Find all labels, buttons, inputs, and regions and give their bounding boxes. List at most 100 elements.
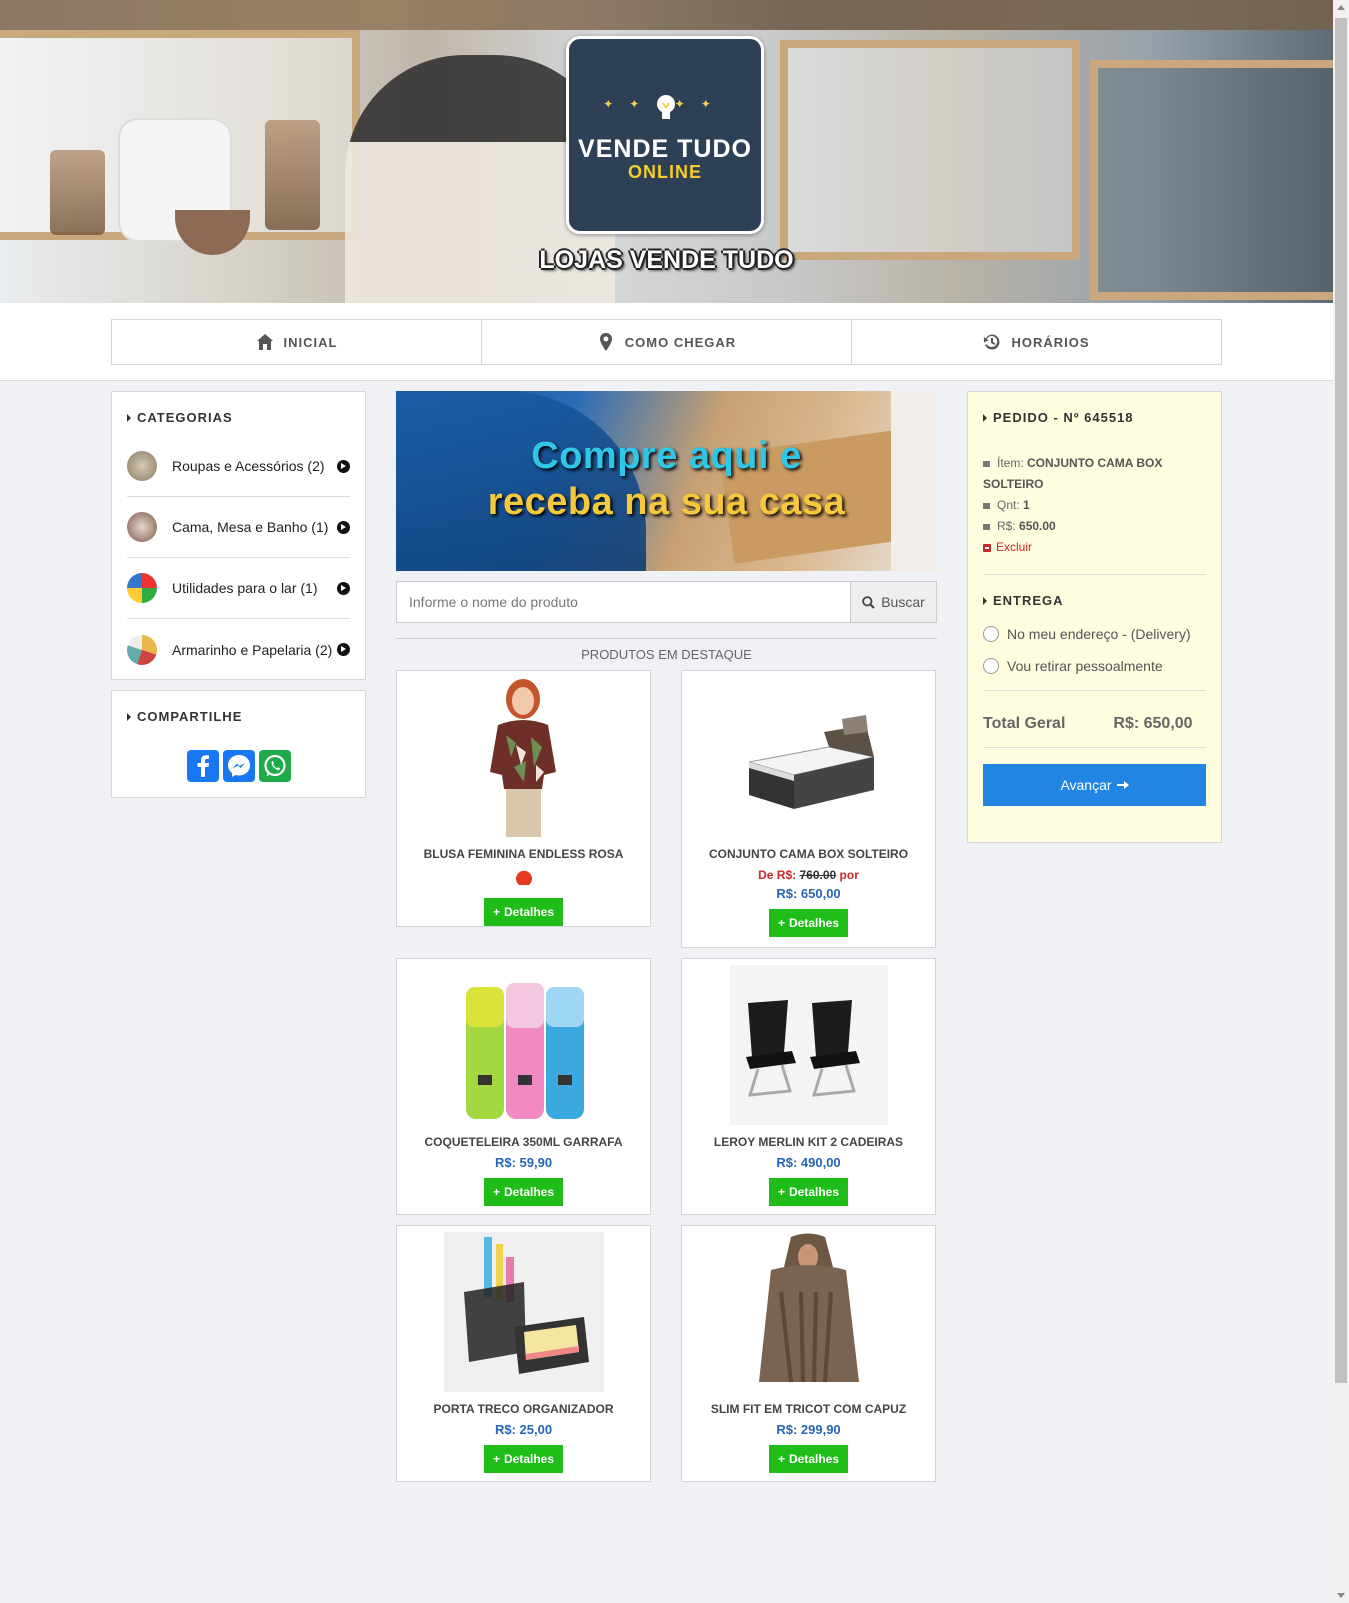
order-title-label: PEDIDO - Nº 645518	[993, 410, 1134, 425]
order-items: Ítem: CONJUNTO CAMA BOX SOLTEIRO Qnt: 1 …	[983, 453, 1206, 558]
details-button[interactable]: + Detalhes	[483, 1445, 564, 1473]
details-button[interactable]: + Detalhes	[768, 1178, 849, 1206]
details-button[interactable]: + Detalhes	[483, 898, 564, 926]
chevron-circle-right-icon	[337, 643, 350, 656]
qty-label: Qnt:	[997, 498, 1020, 512]
delivery-option-address[interactable]: No meu endereço - (Delivery)	[983, 626, 1206, 642]
radio-button[interactable]	[983, 658, 999, 674]
square-icon	[983, 502, 990, 509]
delivery-option-label: No meu endereço - (Delivery)	[1007, 626, 1191, 642]
delivery-option-label: Vou retirar pessoalmente	[1007, 658, 1163, 674]
divider	[983, 690, 1206, 691]
map-marker-icon	[599, 333, 612, 351]
product-card[interactable]: COQUETELEIRA 350ML GARRAFA R$: 59,90 + De…	[396, 958, 651, 1215]
facebook-icon[interactable]	[186, 750, 219, 782]
order-qty-line: Qnt: 1	[983, 495, 1206, 516]
details-button-label: Detalhes	[788, 916, 840, 930]
advance-button[interactable]: Avançar	[983, 764, 1206, 806]
product-name: BLUSA FEMININA ENDLESS ROSA	[423, 847, 624, 861]
details-button-label: Detalhes	[788, 1452, 840, 1466]
search-icon	[862, 595, 875, 609]
scroll-down-icon[interactable]	[1337, 1593, 1345, 1598]
category-thumbnail	[127, 451, 157, 481]
details-button-label: Detalhes	[503, 1452, 555, 1466]
logo-text-sub: ONLINE	[627, 162, 702, 182]
tab-inicial[interactable]: INICIAL	[112, 320, 482, 364]
product-price: R$: 59,90	[494, 1155, 553, 1170]
categories-title: CATEGORIAS	[127, 410, 350, 425]
messenger-icon[interactable]	[222, 750, 255, 782]
scroll-up-icon[interactable]	[1337, 5, 1345, 10]
price-label: R$:	[997, 519, 1016, 533]
whatsapp-icon[interactable]	[258, 750, 291, 782]
delivery-title: ENTREGA	[983, 593, 1206, 608]
categories-title-label: CATEGORIAS	[137, 410, 233, 425]
category-item-utilidades[interactable]: Utilidades para o lar (1)	[127, 558, 350, 619]
share-title-label: COMPARTILHE	[137, 709, 243, 724]
search-button[interactable]: Buscar	[850, 581, 937, 623]
product-name: COQUETELEIRA 350ML GARRAFA	[424, 1135, 623, 1149]
search-input[interactable]	[396, 581, 850, 623]
scrollbar-thumb[interactable]	[1335, 18, 1347, 1383]
square-icon	[983, 523, 990, 530]
old-price-suffix: por	[839, 868, 859, 882]
minus-square-icon	[983, 543, 991, 552]
category-item-roupas[interactable]: Roupas e Acessórios (2)	[127, 436, 350, 497]
total-value: R$: 650,00	[1113, 715, 1193, 732]
chevron-circle-right-icon	[337, 520, 350, 534]
tab-horarios[interactable]: HORÁRIOS	[852, 320, 1221, 364]
arrow-right-icon	[1116, 781, 1129, 789]
product-card[interactable]: CONJUNTO CAMA BOX SOLTEIRO De R$: 760.00…	[681, 670, 936, 948]
banner-window	[780, 40, 1080, 260]
details-button[interactable]: + Detalhes	[768, 1445, 849, 1473]
promo-banner[interactable]: Compre aqui e receba na sua casa	[396, 391, 937, 571]
category-label: Armarinho e Papelaria (2)	[172, 641, 333, 658]
plus-icon: +	[777, 916, 785, 930]
banner-jar	[50, 150, 105, 235]
divider	[983, 747, 1206, 748]
caret-right-icon	[983, 596, 987, 605]
delivery-option-pickup[interactable]: Vou retirar pessoalmente	[983, 658, 1206, 674]
category-label: Cama, Mesa e Banho (1)	[172, 519, 329, 535]
banner-headline-1: Compre aqui e	[531, 435, 802, 477]
product-card[interactable]: PORTA TRECO ORGANIZADOR R$: 25,00 + Detal…	[396, 1225, 651, 1482]
category-label: Utilidades para o lar (1)	[172, 580, 318, 596]
order-price-line: R$: 650.00	[983, 516, 1206, 537]
total-label: Total Geral	[983, 715, 1066, 732]
details-button-label: Detalhes	[503, 1185, 555, 1199]
plus-icon: +	[777, 1185, 785, 1199]
share-icons	[127, 750, 350, 782]
tab-label: HORÁRIOS	[1011, 334, 1090, 350]
radio-button[interactable]	[983, 626, 999, 642]
caret-right-icon	[983, 413, 987, 422]
caret-right-icon	[127, 413, 131, 422]
caret-right-icon	[127, 712, 131, 721]
details-button[interactable]: + Detalhes	[483, 1178, 564, 1206]
product-card[interactable]: BLUSA FEMININA ENDLESS ROSA + Detalhes	[396, 670, 651, 927]
product-name: PORTA TRECO ORGANIZADOR	[433, 1402, 614, 1416]
tab-como-chegar[interactable]: COMO CHEGAR	[482, 320, 852, 364]
product-image	[443, 1232, 604, 1392]
store-name: LOJAS VENDE TUDO	[539, 246, 794, 274]
details-button[interactable]: + Detalhes	[768, 909, 849, 937]
square-icon	[983, 460, 990, 467]
category-item-cama[interactable]: Cama, Mesa e Banho (1)	[127, 497, 350, 558]
old-price-value: 760.00	[799, 868, 837, 882]
product-card[interactable]: LEROY MERLIN KIT 2 CADEIRAS R$: 490,00 +…	[681, 958, 936, 1215]
scrollbar[interactable]	[1333, 0, 1349, 1603]
qty-value: 1	[1023, 498, 1030, 512]
category-item-armarinho[interactable]: Armarinho e Papelaria (2)	[127, 619, 350, 680]
order-panel: PEDIDO - Nº 645518 Ítem: CONJUNTO CAMA B…	[967, 391, 1222, 843]
plus-icon: +	[492, 1452, 500, 1466]
product-image	[729, 965, 888, 1125]
category-thumbnail	[127, 573, 157, 603]
store-logo[interactable]: ✦✦ ✦✦ VENDE TUDO ONLINE	[566, 36, 764, 234]
remove-item-link[interactable]: Excluir	[983, 537, 1206, 558]
product-name: CONJUNTO CAMA BOX SOLTEIRO	[708, 847, 909, 861]
search-button-label: Buscar	[881, 594, 925, 610]
history-icon	[984, 334, 1000, 350]
tab-label: COMO CHEGAR	[624, 334, 737, 350]
product-card[interactable]: SLIM FIT EM TRICOT COM CAPUZ R$: 299,90 …	[681, 1225, 936, 1482]
nav-tabs: INICIAL COMO CHEGAR HORÁRIOS	[111, 319, 1222, 365]
product-price: R$: 490,00	[776, 1155, 841, 1170]
